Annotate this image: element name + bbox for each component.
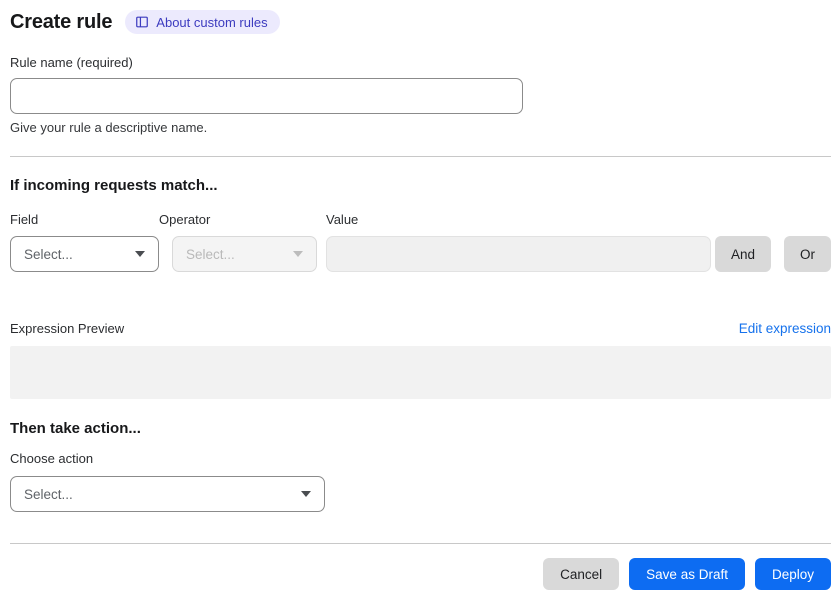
book-icon xyxy=(135,15,149,29)
page-header: Create rule About custom rules xyxy=(10,10,831,34)
chevron-down-icon xyxy=(135,251,145,257)
section-divider xyxy=(10,156,831,157)
rule-name-helper-text: Give your rule a descriptive name. xyxy=(10,120,208,135)
match-expression-row: Field Select... Operator Select... Value… xyxy=(10,212,831,272)
operator-label: Operator xyxy=(159,212,211,227)
deploy-button[interactable]: Deploy xyxy=(754,558,831,590)
action-section-heading: Then take action... xyxy=(10,420,141,437)
rule-name-label: Rule name (required) xyxy=(10,55,133,70)
cancel-button[interactable]: Cancel xyxy=(543,558,620,590)
choose-action-select[interactable]: Select... xyxy=(10,476,325,512)
edit-expression-link[interactable]: Edit expression xyxy=(739,321,831,336)
field-column: Field Select... xyxy=(10,212,159,272)
save-as-draft-button[interactable]: Save as Draft xyxy=(629,558,745,590)
chevron-down-icon xyxy=(293,251,303,257)
operator-column: Operator Select... xyxy=(159,212,317,272)
footer-button-row: Cancel Save as Draft Deploy xyxy=(10,558,831,590)
operator-select-value: Select... xyxy=(186,246,235,262)
create-rule-page: Create rule About custom rules Rule name… xyxy=(0,0,839,602)
value-column: Value xyxy=(326,212,711,272)
chevron-down-icon xyxy=(301,491,311,497)
footer-divider xyxy=(10,543,831,544)
and-or-button-group: And Or xyxy=(714,236,831,272)
choose-action-label: Choose action xyxy=(10,451,94,466)
and-button[interactable]: And xyxy=(714,236,771,272)
field-select[interactable]: Select... xyxy=(10,236,159,272)
rule-name-group: Rule name (required) Give your rule a de… xyxy=(10,55,831,135)
about-custom-rules-label: About custom rules xyxy=(156,14,268,30)
expression-preview-box xyxy=(10,346,831,399)
choose-action-select-value: Select... xyxy=(24,486,73,502)
expression-preview-header: Expression Preview Edit expression xyxy=(10,321,831,336)
field-label: Field xyxy=(10,212,39,227)
expression-preview-label: Expression Preview xyxy=(10,321,125,336)
page-title: Create rule xyxy=(10,10,113,33)
field-select-value: Select... xyxy=(24,246,73,262)
match-section-heading: If incoming requests match... xyxy=(10,177,218,194)
about-custom-rules-link[interactable]: About custom rules xyxy=(125,10,280,34)
value-input xyxy=(326,236,711,272)
operator-select: Select... xyxy=(172,236,317,272)
rule-name-input[interactable] xyxy=(10,78,523,114)
or-button[interactable]: Or xyxy=(784,236,831,272)
value-label: Value xyxy=(326,212,359,227)
